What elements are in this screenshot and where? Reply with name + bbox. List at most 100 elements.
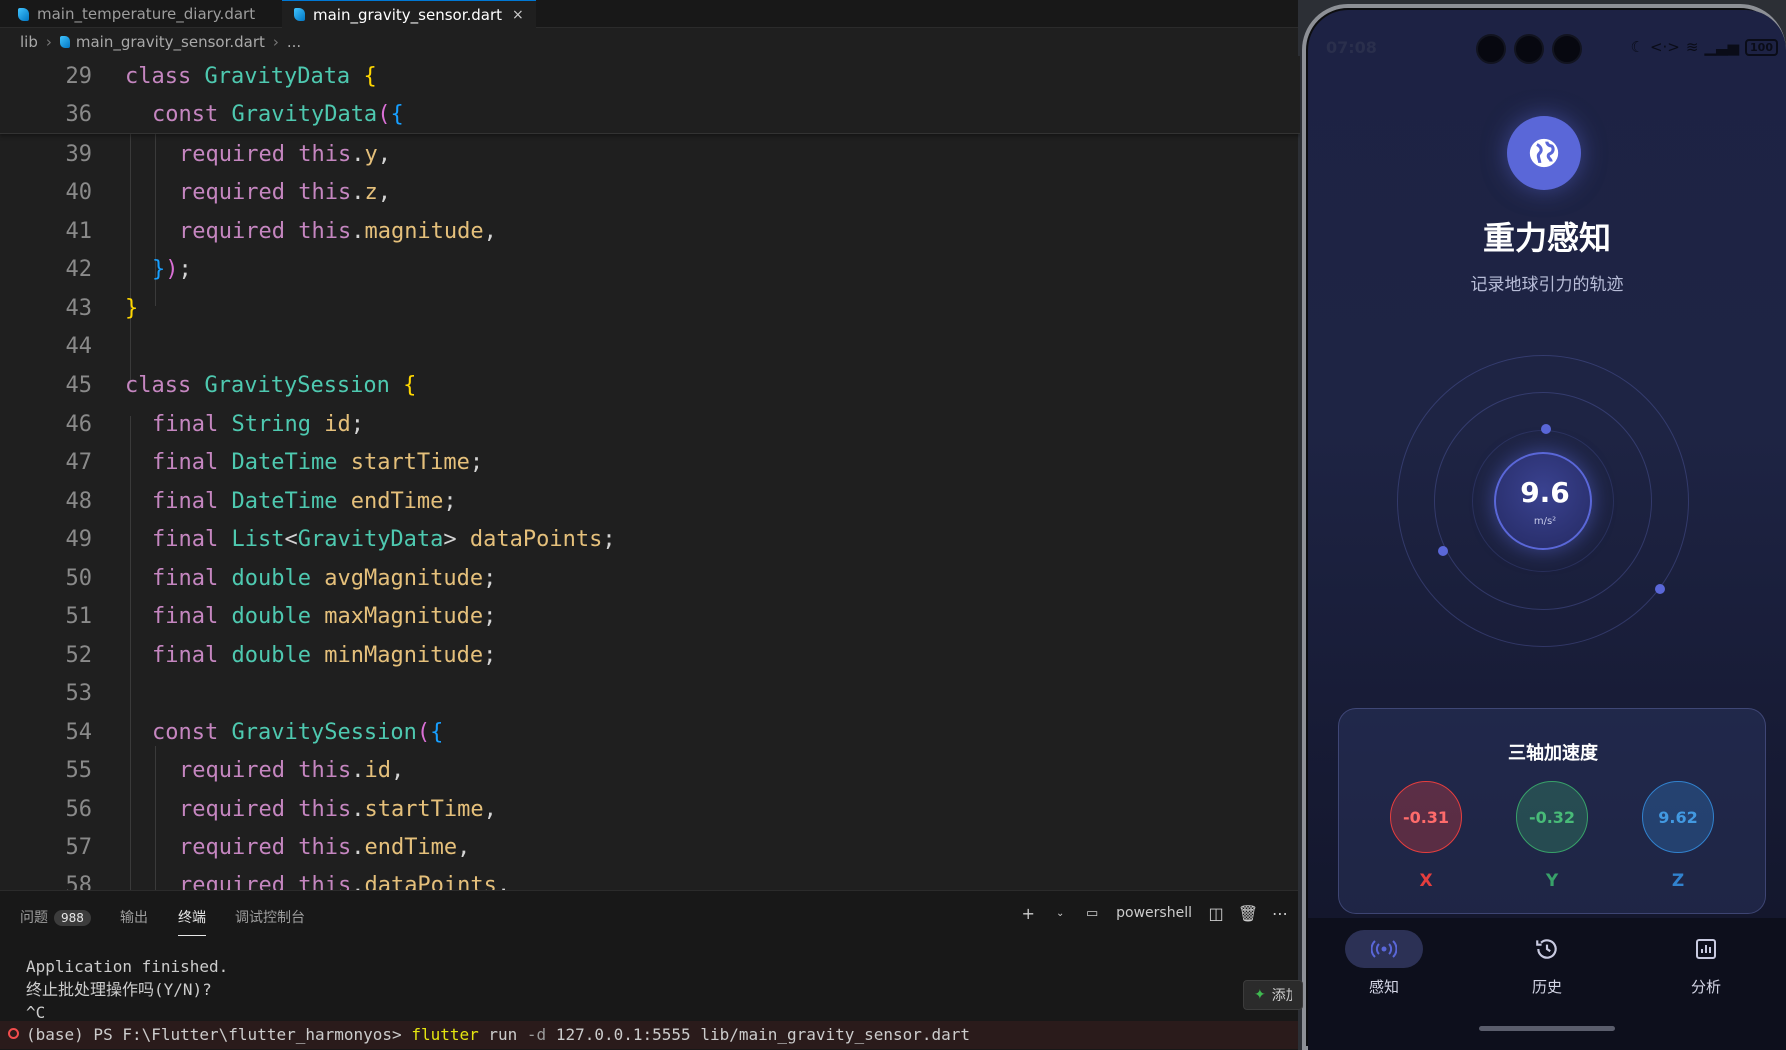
nav-sense[interactable]: 感知 — [1334, 930, 1434, 997]
code-text: required this.z, — [179, 179, 391, 205]
code-line[interactable]: 46 final String id; — [0, 405, 1300, 443]
code-text: const GravityData({ — [152, 101, 404, 127]
line-number: 46 — [65, 411, 93, 437]
nav-analysis[interactable]: 分析 — [1656, 930, 1756, 997]
terminal-icon: ▭ — [1086, 905, 1099, 921]
code-line[interactable]: 51 final double maxMagnitude; — [0, 597, 1300, 635]
axis-z-label: Z — [1671, 871, 1685, 891]
code-view[interactable]: 29 class GravityData { 36 const GravityD… — [0, 56, 1300, 890]
line-number: 50 — [65, 565, 93, 591]
bottom-panel: 问题 988 输出 终端 调试控制台 + ⌄ ▭ powershell ◫ 🗑 ⋯… — [0, 890, 1300, 1050]
trash-icon[interactable]: 🗑 — [1238, 904, 1258, 923]
code-icon: <·> — [1649, 38, 1680, 56]
camera-icon — [1476, 34, 1506, 64]
tab-output[interactable]: 输出 — [120, 907, 148, 927]
sticky-line[interactable]: 29 class GravityData { — [0, 57, 1300, 95]
signal-icon: ▁▃▅ — [1704, 38, 1740, 56]
line-number: 39 — [65, 141, 93, 167]
code-line[interactable]: 53 — [0, 674, 1300, 712]
terminal-line: Application finished. — [26, 957, 229, 976]
code-text: }); — [152, 256, 192, 282]
analytics-icon — [1667, 930, 1745, 968]
line-number: 51 — [65, 603, 93, 629]
line-number: 54 — [65, 719, 93, 745]
tab-problems[interactable]: 问题 988 — [20, 907, 91, 927]
status-bar: 07:08 ☾ <·> ≋ ▁▃▅ 100 — [1308, 34, 1786, 64]
add-terminal-icon[interactable]: + — [1020, 904, 1036, 923]
gravity-core: 9.6 m/s² — [1494, 452, 1592, 550]
line-number: 41 — [65, 218, 93, 244]
code-line[interactable]: 56 required this.startTime, — [0, 790, 1300, 828]
terminal-output[interactable]: Application finished. 终止批处理操作吗(Y/N)? ^C — [26, 955, 228, 1024]
code-text: class GravitySession { — [125, 372, 417, 398]
more-icon[interactable]: ⋯ — [1272, 904, 1288, 923]
line-number: 29 — [65, 63, 93, 89]
code-line[interactable]: 39 required this.y, — [0, 135, 1300, 173]
sticky-line[interactable]: 36 const GravityData({ — [0, 95, 1300, 133]
tab-temperature-diary[interactable]: main_temperature_diary.dart — [6, 0, 267, 28]
code-text: final DateTime startTime; — [152, 449, 484, 475]
code-line[interactable]: 48 final DateTime endTime; — [0, 482, 1300, 520]
camera-icon — [1514, 34, 1544, 64]
code-text: final DateTime endTime; — [152, 488, 457, 514]
code-line[interactable]: 57 required this.endTime, — [0, 828, 1300, 866]
code-line[interactable]: 58 required this.dataPoints, — [0, 866, 1300, 891]
history-icon — [1508, 930, 1586, 968]
chevron-right-icon: › — [272, 33, 279, 51]
shell-name[interactable]: powershell — [1116, 905, 1192, 921]
problems-count-badge: 988 — [54, 910, 91, 926]
split-terminal-icon[interactable]: ◫ — [1208, 904, 1224, 923]
sensor-icon — [1345, 930, 1423, 968]
orbit-dot — [1438, 546, 1448, 556]
breadcrumb-symbol[interactable]: ... — [287, 33, 301, 51]
code-line[interactable]: 41 required this.magnitude, — [0, 212, 1300, 250]
add-chat-button[interactable]: ✦添加 — [1243, 980, 1303, 1010]
tab-terminal[interactable]: 终端 — [178, 907, 206, 936]
line-number: 36 — [65, 101, 93, 127]
code-line[interactable]: 42 }); — [0, 250, 1300, 288]
code-text: } — [125, 295, 139, 321]
terminal-toolbar: + ⌄ ▭ powershell ◫ 🗑 ⋯ — [1020, 904, 1288, 923]
line-number: 43 — [65, 295, 93, 321]
line-number: 45 — [65, 372, 93, 398]
wifi-icon: ≋ — [1685, 38, 1699, 56]
dart-file-icon — [59, 36, 70, 48]
home-indicator[interactable] — [1479, 1026, 1615, 1031]
axis-z-value: 9.62 — [1642, 781, 1714, 853]
terminal-prompt[interactable]: (base) PS F:\Flutter\flutter_harmonyos> … — [26, 1025, 970, 1044]
code-line[interactable]: 40 required this.z, — [0, 173, 1300, 211]
card-title: 三轴加速度 — [1508, 743, 1598, 764]
code-line[interactable]: 55 required this.id, — [0, 751, 1300, 789]
nav-label: 历史 — [1531, 978, 1562, 996]
sparkle-icon: ✦ — [1254, 987, 1266, 1003]
tab-debug-console[interactable]: 调试控制台 — [235, 907, 305, 927]
code-text: required this.endTime, — [179, 834, 471, 860]
breadcrumb-folder[interactable]: lib — [20, 33, 38, 51]
code-line[interactable]: 49 final List<GravityData> dataPoints; — [0, 520, 1300, 558]
editor-tab-bar: main_temperature_diary.dart main_gravity… — [0, 0, 1300, 28]
chevron-down-icon[interactable]: ⌄ — [1052, 905, 1068, 921]
code-line[interactable]: 43 } — [0, 289, 1300, 327]
tab-gravity-sensor[interactable]: main_gravity_sensor.dart × — [282, 0, 536, 28]
close-icon[interactable]: × — [512, 7, 524, 23]
code-text: final String id; — [152, 411, 364, 437]
line-number: 57 — [65, 834, 93, 860]
line-number: 52 — [65, 642, 93, 668]
sticky-scroll-header: 29 class GravityData { 36 const GravityD… — [0, 56, 1300, 134]
breadcrumb-file[interactable]: main_gravity_sensor.dart — [76, 33, 265, 51]
code-line[interactable]: 44 — [0, 327, 1300, 365]
code-line[interactable]: 45 class GravitySession { — [0, 366, 1300, 404]
line-number: 49 — [65, 526, 93, 552]
code-line[interactable]: 54 const GravitySession({ — [0, 713, 1300, 751]
camera-cutout — [1476, 34, 1582, 64]
line-number: 56 — [65, 796, 93, 822]
nav-history[interactable]: 历史 — [1497, 930, 1597, 997]
code-line[interactable]: 52 final double minMagnitude; — [0, 636, 1300, 674]
code-line[interactable]: 47 final DateTime startTime; — [0, 443, 1300, 481]
status-icons: ☾ <·> ≋ ▁▃▅ 100 — [1630, 38, 1778, 56]
code-line[interactable]: 50 final double avgMagnitude; — [0, 559, 1300, 597]
line-number: 53 — [65, 680, 93, 706]
dart-file-icon — [294, 8, 305, 21]
line-number: 48 — [65, 488, 93, 514]
globe-icon — [1507, 116, 1581, 190]
